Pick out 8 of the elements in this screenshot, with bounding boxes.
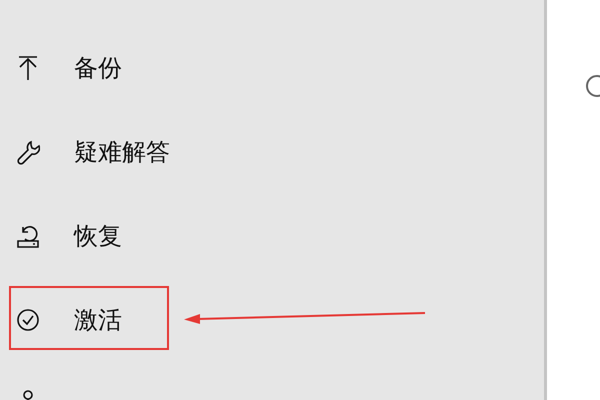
sidebar-item[interactable]: 恢复 [74, 221, 122, 251]
check-circle-icon [16, 306, 40, 334]
sidebar-item[interactable]: 激活 [74, 305, 122, 335]
radio-icon[interactable] [585, 74, 600, 98]
sidebar-item[interactable]: 备份 [74, 53, 122, 83]
sidebar-item[interactable]: 疑难解答 [74, 137, 170, 167]
wrench-icon [16, 138, 40, 166]
upload-arrow-icon [16, 54, 40, 82]
